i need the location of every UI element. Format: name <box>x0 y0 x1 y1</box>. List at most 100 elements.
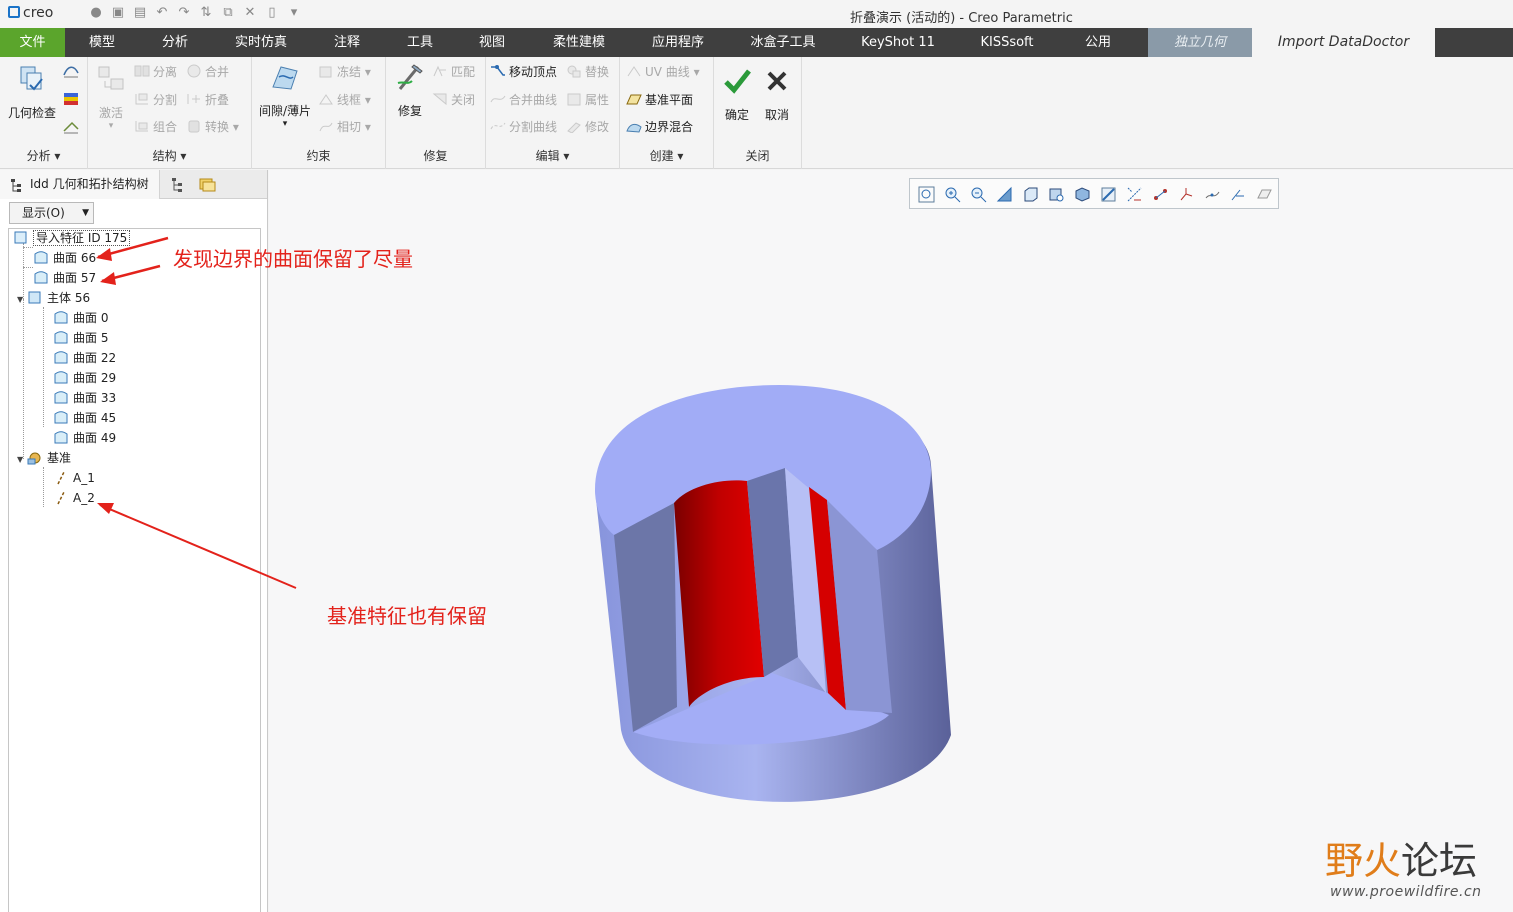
wireframe-button[interactable]: 线框 ▾ <box>318 91 371 109</box>
tree-item-axis-a2[interactable]: A_2 <box>53 488 95 508</box>
spin-center-icon[interactable] <box>1204 186 1221 203</box>
new-icon[interactable]: ● <box>88 5 104 21</box>
curve-analysis-icon[interactable] <box>62 63 80 79</box>
tab-model[interactable]: 模型 <box>72 28 132 57</box>
tab-icebox-tools[interactable]: 冰盒子工具 <box>735 28 831 57</box>
merge-curve-button[interactable]: 合并曲线 <box>490 91 557 109</box>
tab-view[interactable]: 视图 <box>463 28 521 57</box>
layer-tree-icon[interactable] <box>170 177 186 193</box>
tab-geometry-topology-tree[interactable]: Idd 几何和拓扑结构树 <box>0 170 160 199</box>
match-icon <box>433 65 446 77</box>
redo-icon[interactable]: ↷ <box>176 5 192 21</box>
view-manager-icon[interactable] <box>1048 186 1065 203</box>
show-dropdown[interactable]: 显示(O) ▼ <box>9 202 94 224</box>
tab-analysis[interactable]: 分析 <box>145 28 205 57</box>
collapse-icon[interactable]: ▼ <box>17 290 27 310</box>
tab-tools[interactable]: 工具 <box>391 28 449 57</box>
group-close: 确定 取消 关闭 <box>714 57 802 169</box>
group-create: UV 曲线 ▾ 基准平面 边界混合 创建 ▾ <box>620 57 714 169</box>
modify-button[interactable]: 修改 <box>566 118 609 136</box>
tab-file[interactable]: 文件 <box>0 28 65 57</box>
csys-display-icon[interactable] <box>1178 186 1195 203</box>
tree-item-surface[interactable]: 曲面 29 <box>53 368 116 388</box>
freeze-button[interactable]: 冻结 ▾ <box>318 63 371 81</box>
tab-kisssoft[interactable]: KISSsoft <box>965 28 1049 57</box>
tab-annotate[interactable]: 注释 <box>318 28 376 57</box>
annotation-display-icon[interactable] <box>1230 186 1247 203</box>
split-curve-button[interactable]: 分割曲线 <box>490 118 557 136</box>
regenerate-icon[interactable]: ⇅ <box>198 5 214 21</box>
windows-icon[interactable]: ⧉ <box>220 5 236 21</box>
datum-plane-button[interactable]: 基准平面 <box>626 91 693 109</box>
saved-orientations-icon[interactable] <box>1022 186 1039 203</box>
convert-button[interactable]: 转换 ▾ <box>186 118 239 136</box>
ok-button[interactable]: 确定 <box>718 65 756 123</box>
close-window-icon[interactable]: ✕ <box>242 5 258 21</box>
color-map-icon[interactable] <box>62 91 80 107</box>
repaint-icon[interactable] <box>996 186 1013 203</box>
repair-button[interactable]: 修复 <box>390 61 430 119</box>
tree-item-surface[interactable]: 曲面 22 <box>53 348 116 368</box>
tab-flexible-modeling[interactable]: 柔性建模 <box>537 28 621 57</box>
tree-item-surface-66[interactable]: 曲面 66 <box>33 248 96 268</box>
page-icon[interactable]: ▯ <box>264 5 280 21</box>
tab-common[interactable]: 公用 <box>1068 28 1128 57</box>
open-icon[interactable]: ▣ <box>110 5 126 21</box>
folder-browser-icon[interactable] <box>198 176 216 193</box>
group-label-edit[interactable]: 编辑 ▾ <box>486 147 619 164</box>
draft-analysis-icon[interactable] <box>62 119 80 135</box>
refit-icon[interactable] <box>918 186 935 203</box>
tab-realtime-sim[interactable]: 实时仿真 <box>220 28 302 57</box>
match-button[interactable]: 匹配 <box>432 63 475 81</box>
display-style-icon[interactable] <box>1074 186 1091 203</box>
move-vertex-button[interactable]: 移动顶点 <box>490 63 557 81</box>
tree-item-body-56[interactable]: ▼ 主体 56 <box>17 288 90 308</box>
tree-item-surface[interactable]: 曲面 0 <box>53 308 108 328</box>
close-gap-button[interactable]: 关闭 <box>432 91 475 109</box>
tree-item-axis-a1[interactable]: A_1 <box>53 468 95 488</box>
modify-icon <box>567 122 581 133</box>
attribute-button[interactable]: 属性 <box>566 91 609 109</box>
graphics-window[interactable] <box>269 170 1513 912</box>
tab-applications[interactable]: 应用程序 <box>636 28 720 57</box>
plane-display-icon[interactable] <box>1256 186 1273 203</box>
tree-root[interactable]: 导入特征 ID 175 <box>13 228 131 248</box>
fold-button[interactable]: 折叠 <box>186 91 229 109</box>
zoom-in-icon[interactable] <box>944 186 961 203</box>
zoom-out-icon[interactable] <box>970 186 987 203</box>
group-label-structure[interactable]: 结构 ▾ <box>88 147 251 164</box>
axis-icon <box>57 491 65 505</box>
surface-icon <box>54 431 68 444</box>
group-label-create[interactable]: 创建 ▾ <box>620 147 713 164</box>
undo-icon[interactable]: ↶ <box>154 5 170 21</box>
customize-icon[interactable]: ▾ <box>286 5 302 21</box>
tangent-button[interactable]: 相切 ▾ <box>318 118 371 136</box>
tree-item-surface[interactable]: 曲面 33 <box>53 388 116 408</box>
uv-curve-button[interactable]: UV 曲线 ▾ <box>626 63 700 81</box>
collapse-icon[interactable]: ▼ <box>17 450 27 470</box>
tree-item-surface[interactable]: 曲面 49 <box>53 428 116 448</box>
cancel-button[interactable]: 取消 <box>758 65 796 123</box>
separate-button[interactable]: 分离 <box>134 63 177 81</box>
gap-thin-button[interactable]: 间隙/薄片 ▾ <box>256 61 314 129</box>
section-icon[interactable] <box>1100 186 1117 203</box>
combine-button[interactable]: 组合 <box>134 118 177 136</box>
geometry-check-button[interactable]: 几何检查 <box>4 63 60 121</box>
tab-independent-geometry[interactable]: 独立几何 <box>1148 28 1252 57</box>
cad-model-cylinder[interactable] <box>579 375 969 870</box>
point-display-icon[interactable] <box>1152 186 1169 203</box>
boundary-blend-button[interactable]: 边界混合 <box>626 118 693 136</box>
replace-button[interactable]: 替换 <box>566 63 609 81</box>
datum-display-icon[interactable] <box>1126 186 1143 203</box>
tab-keyshot[interactable]: KeyShot 11 <box>848 28 948 57</box>
activate-button[interactable]: 激活 ▾ <box>92 63 130 131</box>
tab-import-datadoctor[interactable]: Import DataDoctor <box>1252 28 1435 57</box>
split-button[interactable]: 分割 <box>134 91 177 109</box>
tree-item-surface[interactable]: 曲面 45 <box>53 408 116 428</box>
merge-button[interactable]: 合并 <box>186 63 229 81</box>
group-label-analysis[interactable]: 分析 ▾ <box>0 147 87 164</box>
tree-item-surface[interactable]: 曲面 5 <box>53 328 108 348</box>
save-icon[interactable]: ▤ <box>132 5 148 21</box>
tree-item-surface-57[interactable]: 曲面 57 <box>33 268 96 288</box>
tree-item-datum[interactable]: ▼ 基准 <box>17 448 71 468</box>
